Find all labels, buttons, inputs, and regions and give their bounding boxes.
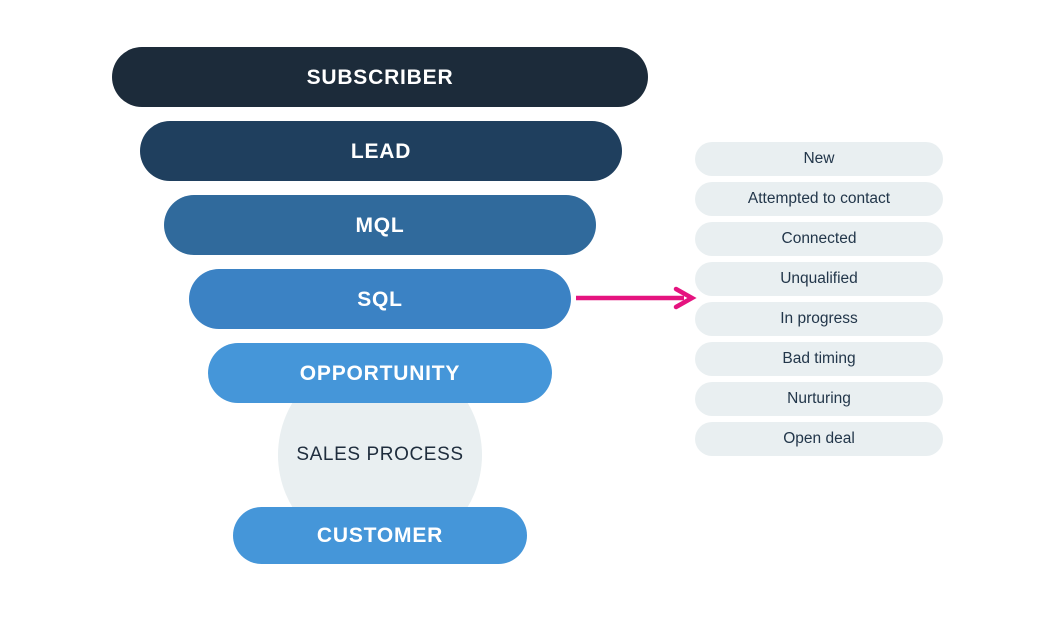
sales-funnel: SUBSCRIBER LEAD MQL SQL OPPORTUNITY SALE… [0,0,760,626]
status-pill[interactable]: New [695,142,943,176]
funnel-stage-label: OPPORTUNITY [299,361,461,385]
funnel-stage-customer[interactable]: CUSTOMER [233,507,527,564]
status-pill[interactable]: Open deal [695,422,943,456]
diagram-canvas: SUBSCRIBER LEAD MQL SQL OPPORTUNITY SALE… [0,0,1064,626]
funnel-stage-label: SUBSCRIBER [306,65,454,89]
status-pill-label: Unqualified [780,270,858,288]
status-pill[interactable]: Attempted to contact [695,182,943,216]
status-pill-label: Open deal [783,430,855,448]
status-pill[interactable]: In progress [695,302,943,336]
status-pill-label: In progress [780,310,858,328]
status-pill[interactable]: Nurturing [695,382,943,416]
status-pill[interactable]: Bad timing [695,342,943,376]
status-pill[interactable]: Connected [695,222,943,256]
funnel-stage-sql[interactable]: SQL [189,269,571,329]
status-pill[interactable]: Unqualified [695,262,943,296]
funnel-stage-opportunity[interactable]: OPPORTUNITY [208,343,552,403]
status-pill-label: Bad timing [782,350,856,368]
arrow-right-icon [576,286,697,310]
sales-process-label: SALES PROCESS [296,444,464,465]
funnel-stage-label: CUSTOMER [316,524,444,547]
funnel-stage-mql[interactable]: MQL [164,195,596,255]
funnel-stage-label: LEAD [350,139,412,163]
status-pill-label: Connected [781,230,857,248]
sales-process-circle: SALES PROCESS [278,353,482,557]
status-pill-label: Attempted to contact [747,190,891,208]
lead-status-list: New Attempted to contact Connected Unqua… [695,142,943,456]
funnel-stage-subscriber[interactable]: SUBSCRIBER [112,47,648,107]
status-pill-label: New [803,150,835,168]
funnel-stage-label: SQL [357,287,403,311]
funnel-stage-label: MQL [355,213,405,237]
funnel-stage-lead[interactable]: LEAD [140,121,622,181]
status-pill-label: Nurturing [787,390,851,408]
